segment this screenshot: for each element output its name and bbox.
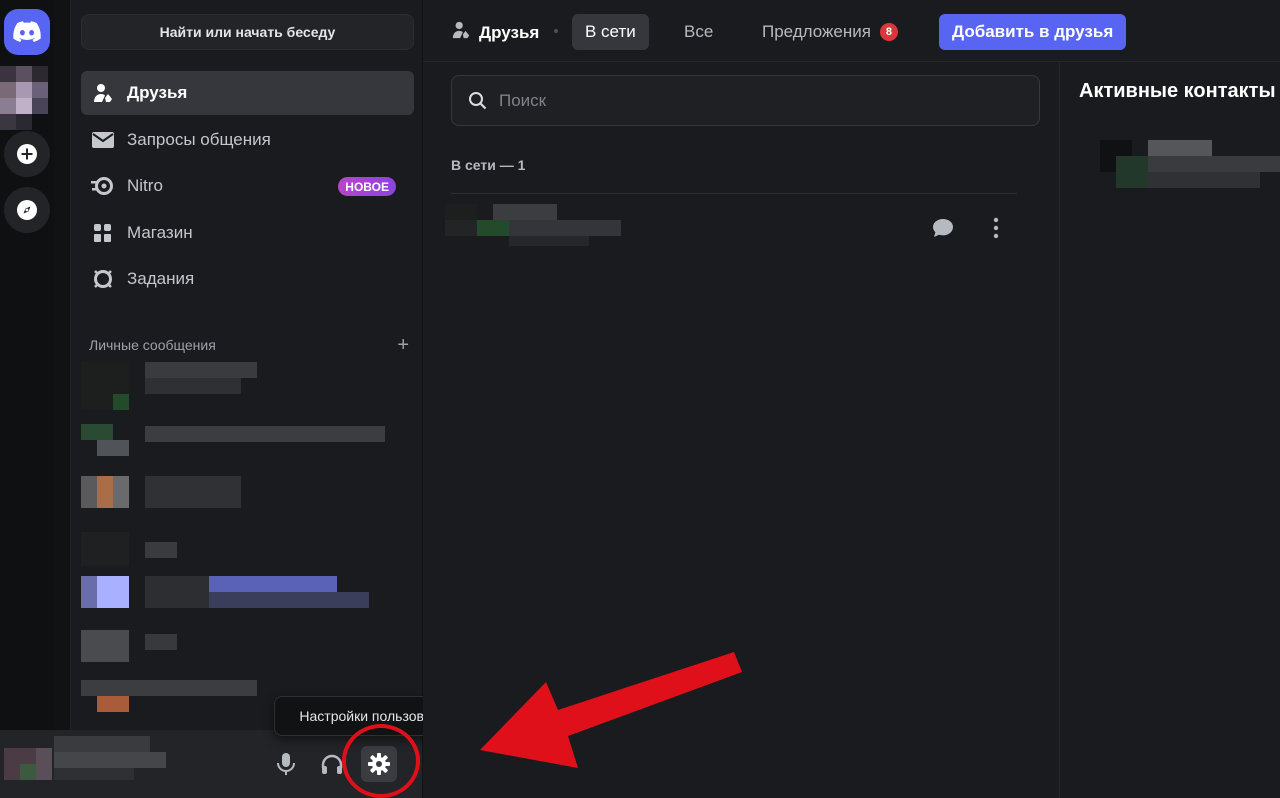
friends-search-input[interactable] (499, 90, 1019, 111)
tab-label: Добавить в друзья (952, 22, 1114, 41)
add-friend-button[interactable]: Добавить в друзья (939, 14, 1127, 50)
active-now-title: Активные контакты (1079, 80, 1276, 102)
page-title-label: Друзья (479, 22, 540, 42)
more-vertical-icon (993, 217, 999, 239)
dm-header-label: Личные сообщения (89, 337, 216, 353)
list-item[interactable] (81, 466, 411, 518)
gear-icon (368, 753, 390, 775)
friends-header: Друзья В сети Все Предложения 8 Добавить… (423, 0, 1280, 62)
quests-icon (91, 267, 115, 291)
find-conversation-button[interactable]: Найти или начать беседу (81, 14, 414, 50)
tab-all[interactable]: Все (671, 14, 726, 50)
deafen-button[interactable] (314, 746, 350, 782)
headphones-icon (321, 754, 343, 774)
add-server-button[interactable] (4, 131, 50, 177)
more-options-button[interactable] (978, 210, 1014, 246)
message-friend-button[interactable] (925, 210, 961, 246)
sidebar-item-shop[interactable]: Магазин (81, 211, 414, 255)
tab-label: Предложения (762, 22, 871, 41)
friends-icon (451, 20, 471, 45)
suggestions-count-badge: 8 (879, 23, 898, 41)
page-title: Друзья (451, 20, 539, 45)
sidebar-item-quests[interactable]: Задания (81, 257, 414, 301)
discover-button[interactable] (4, 187, 50, 233)
header-divider-dot (554, 29, 558, 33)
online-count-label: В сети — 1 (451, 157, 526, 173)
sidebar-item-label: Nitro (127, 176, 163, 195)
user-settings-button[interactable] (361, 746, 397, 782)
sidebar-item-label: Друзья (127, 83, 188, 102)
dm-list (81, 362, 411, 730)
sidebar-item-message-requests[interactable]: Запросы общения (81, 118, 414, 162)
server-rail (0, 0, 54, 798)
friends-list-panel: В сети — 1 (423, 62, 1059, 798)
tab-online[interactable]: В сети (572, 14, 649, 50)
microphone-icon (277, 753, 295, 775)
friend-row[interactable] (445, 198, 1023, 260)
chat-bubble-icon (933, 219, 953, 237)
dm-sidebar: Найти или начать беседу Друзья Запросы о… (70, 0, 422, 730)
active-contact-card[interactable] (1080, 120, 1280, 206)
sidebar-item-label: Магазин (127, 223, 193, 242)
shop-icon (91, 221, 115, 245)
sidebar-item-nitro[interactable]: Nitro НОВОЕ (81, 164, 414, 208)
user-panel (0, 730, 422, 798)
create-dm-button[interactable]: + (397, 335, 409, 355)
list-item[interactable] (81, 518, 411, 570)
new-badge: НОВОЕ (338, 177, 396, 196)
list-item[interactable] (81, 570, 411, 622)
friends-icon (91, 81, 115, 105)
compass-icon (17, 200, 37, 220)
list-item[interactable] (81, 414, 411, 466)
server-icon-blurred[interactable] (0, 66, 48, 132)
discord-logo-icon (13, 21, 41, 42)
tab-label: В сети (585, 22, 636, 41)
sidebar-item-friends[interactable]: Друзья (81, 71, 414, 115)
list-item[interactable] (81, 622, 411, 674)
active-now-panel: Активные контакты (1060, 62, 1280, 798)
tab-label: Все (684, 22, 714, 41)
mute-mic-button[interactable] (268, 746, 304, 782)
home-button[interactable] (4, 9, 50, 55)
sidebar-item-label: Задания (127, 269, 195, 288)
tab-suggestions[interactable]: Предложения 8 (749, 14, 911, 50)
nitro-icon (91, 174, 115, 198)
plus-icon (17, 144, 37, 164)
list-item[interactable] (81, 362, 411, 414)
sidebar-item-label: Запросы общения (127, 130, 271, 149)
dm-section-header: Личные сообщения + (89, 335, 409, 355)
search-icon (469, 92, 487, 110)
envelope-icon (91, 128, 115, 152)
list-divider (451, 193, 1017, 194)
friends-search-box[interactable] (451, 75, 1040, 126)
